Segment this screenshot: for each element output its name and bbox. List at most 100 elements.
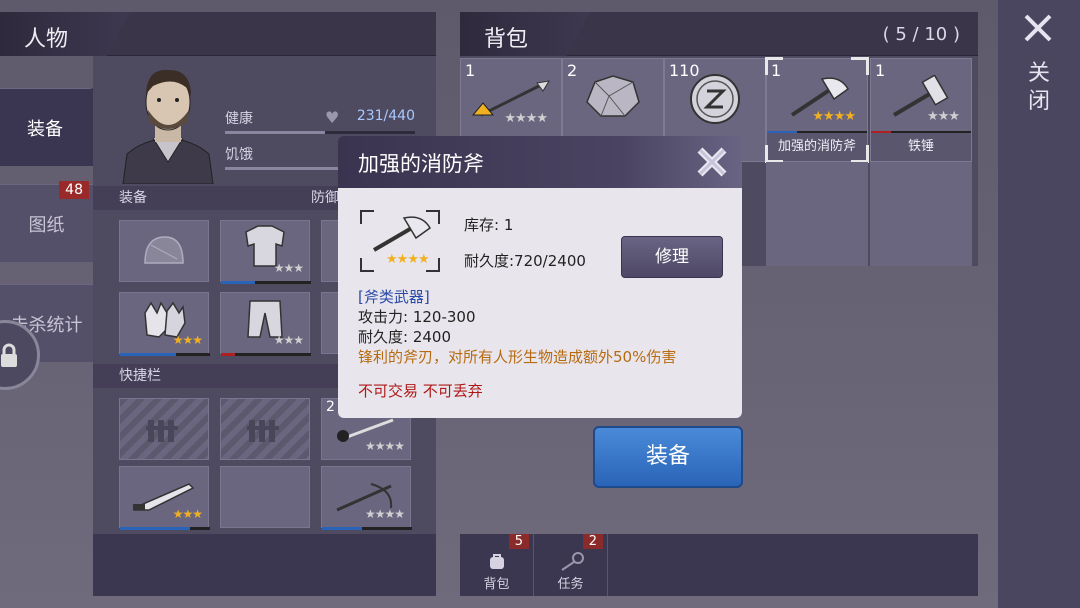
tab-backpack[interactable]: 5 背包 xyxy=(460,534,534,596)
equip-body-durability xyxy=(221,281,311,284)
star-filled-icon: ★ xyxy=(386,252,398,267)
star-empty-icon: ★ xyxy=(374,507,386,521)
tab-equipment[interactable]: 装备 xyxy=(0,88,93,166)
health-label: 健康 xyxy=(225,111,253,127)
star-filled-icon: ★ xyxy=(396,252,409,267)
bag-empty-slot[interactable] xyxy=(870,162,972,266)
hunger-label: 饥饿 xyxy=(225,147,253,163)
health-bar-fill xyxy=(225,131,325,134)
helmet-icon xyxy=(144,236,184,264)
equip-legs-durability xyxy=(221,353,311,356)
star-filled-icon: ★ xyxy=(172,507,184,521)
selection-corner xyxy=(851,145,869,163)
quick-slot-6-durability xyxy=(322,527,412,530)
close-sidebar[interactable]: 关闭 xyxy=(998,0,1080,608)
star-empty-icon: ★ xyxy=(283,261,294,275)
equip-slot-body[interactable]: ★★★ xyxy=(220,220,311,284)
backpack-footer: 5 背包 2 任务 xyxy=(460,534,978,596)
tab-quests[interactable]: 2 任务 xyxy=(534,534,608,596)
modal-body: ★★★★ 库存: 1 耐久度:720/2400 修理 [斧类武器] 攻击力: 1… xyxy=(338,188,742,418)
character-portrait xyxy=(122,69,214,184)
quick-slot-3-count: 2 xyxy=(326,399,335,415)
close-icon[interactable] xyxy=(1022,12,1054,44)
star-empty-icon: ★ xyxy=(273,333,285,347)
quests-tab-label: 任务 xyxy=(557,577,584,592)
item-category: [斧类武器] xyxy=(358,288,430,306)
quickbar-section-text: 快捷栏 xyxy=(119,368,161,384)
selection-corner xyxy=(765,145,783,163)
quick-slot-4-durability xyxy=(120,527,210,530)
equip-legs-stars: ★★★ xyxy=(273,333,304,347)
item-stock: 库存: 1 xyxy=(464,216,514,234)
equip-hands-stars: ★★★ xyxy=(173,333,203,347)
equip-slot-hands[interactable]: ★★★ xyxy=(119,292,210,356)
ore-icon xyxy=(586,75,640,117)
equip-button[interactable]: 装备 xyxy=(593,426,743,488)
star-empty-icon: ★ xyxy=(364,439,376,453)
bag-item-stars: ★★★★ xyxy=(504,111,548,126)
star-empty-icon: ★ xyxy=(515,111,527,126)
blueprints-badge: 48 xyxy=(59,181,89,199)
bag-item-stars: ★★★★ xyxy=(812,109,856,124)
quick-slot-2-locked xyxy=(220,398,310,460)
star-filled-icon: ★ xyxy=(192,507,203,521)
character-title: 人物 xyxy=(24,27,69,52)
bag-item-name: 铁锤 xyxy=(871,133,971,161)
bag-item-count: 1 xyxy=(465,61,476,80)
bag-item-count: 2 xyxy=(567,61,578,80)
star-empty-icon: ★ xyxy=(504,111,516,126)
quests-tab-badge: 2 xyxy=(582,534,603,549)
coin-icon xyxy=(690,74,740,124)
equip-slot-legs[interactable]: ★★★ xyxy=(220,292,311,356)
star-filled-icon: ★ xyxy=(812,109,824,124)
bag-item-fire-axe-selected[interactable]: 1 ★★★★ 加强的消防斧 xyxy=(765,57,869,163)
star-empty-icon: ★ xyxy=(394,439,405,453)
modal-title: 加强的消防斧 xyxy=(358,152,484,176)
fence-icon xyxy=(247,420,279,442)
star-empty-icon: ★ xyxy=(384,507,395,521)
modal-close-icon[interactable] xyxy=(690,140,734,184)
star-empty-icon: ★ xyxy=(374,439,386,453)
quick-slot-5-empty[interactable] xyxy=(220,466,310,528)
star-filled-icon: ★ xyxy=(182,507,193,521)
backpack-title: 背包 xyxy=(484,27,529,52)
quick-slot-6[interactable]: ★★★★ xyxy=(321,466,412,530)
star-empty-icon: ★ xyxy=(927,109,939,124)
equip-body-stars: ★★★ xyxy=(273,261,304,275)
backpack-header: 背包 ( 5 / 10 ) xyxy=(460,12,978,56)
tab-blueprints[interactable]: 图纸 48 xyxy=(0,181,93,262)
item-detail-modal: 加强的消防斧 ★★★★ 库存: 1 耐久度:720/2400 修理 [斧类武器]… xyxy=(338,136,742,418)
bag-item-hammer[interactable]: 1 ★★★ 铁锤 xyxy=(870,58,972,162)
star-empty-icon: ★ xyxy=(364,507,376,521)
health-value: 231/440 xyxy=(356,108,415,124)
item-durability-current: 耐久度:720/2400 xyxy=(464,252,586,270)
item-restrictions: 不可交易 不可丢弃 xyxy=(358,382,483,400)
selection-corner xyxy=(765,57,783,75)
selection-corner xyxy=(851,57,869,75)
bag-item-count: 1 xyxy=(875,61,886,80)
star-filled-icon: ★ xyxy=(844,109,856,124)
modal-header: 加强的消防斧 xyxy=(338,136,742,188)
axe-icon xyxy=(372,216,431,252)
equip-slot-helmet[interactable] xyxy=(119,220,209,282)
star-filled-icon: ★ xyxy=(407,252,419,267)
equip-hands-durability xyxy=(120,353,210,356)
bag-empty-slot[interactable] xyxy=(766,162,868,266)
star-empty-icon: ★ xyxy=(283,333,294,347)
quick-slot-3-stars: ★★★★ xyxy=(364,439,405,453)
character-header: 人物 xyxy=(0,12,436,56)
star-empty-icon: ★ xyxy=(384,439,395,453)
backpack-icon xyxy=(490,554,504,569)
repair-button[interactable]: 修理 xyxy=(621,236,723,278)
star-empty-icon: ★ xyxy=(525,111,538,126)
quick-slot-4-stars: ★★★ xyxy=(172,507,203,521)
star-empty-icon: ★ xyxy=(937,109,950,124)
star-empty-icon: ★ xyxy=(273,261,285,275)
quick-slot-4[interactable]: ★★★ xyxy=(119,466,210,530)
item-preview: ★★★★ xyxy=(360,210,440,272)
close-label[interactable]: 关闭 xyxy=(1028,60,1052,116)
tab-equipment-label: 装备 xyxy=(27,118,63,140)
star-empty-icon: ★ xyxy=(293,333,304,347)
star-empty-icon: ★ xyxy=(536,111,548,126)
star-empty-icon: ★ xyxy=(293,261,304,275)
